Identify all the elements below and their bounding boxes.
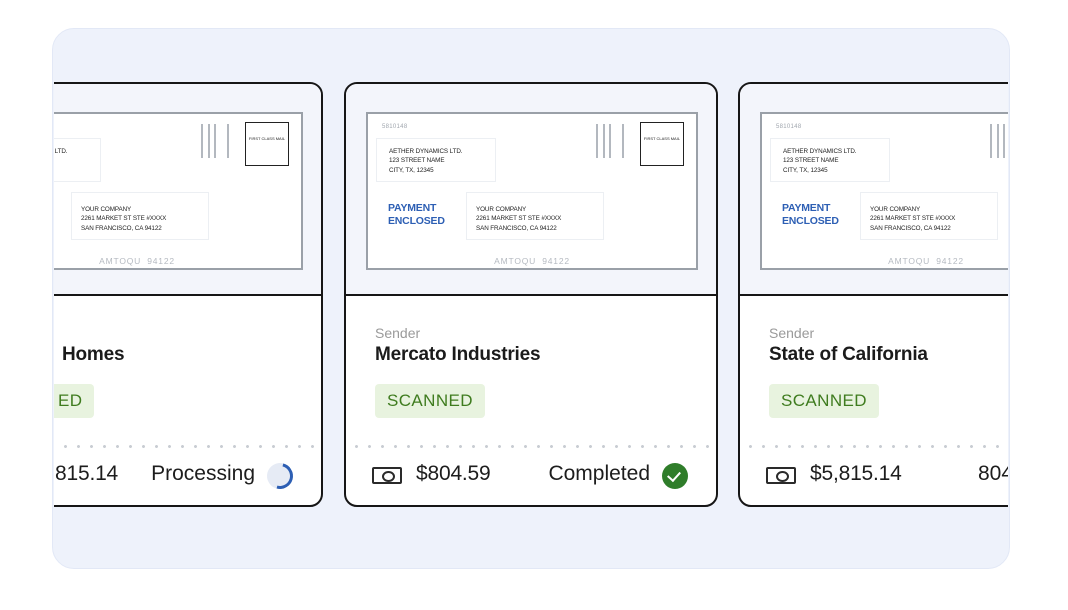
- return-address: AETHER DYNAMICS LTD.: [54, 138, 101, 182]
- postal-barcode-text: AMTOQU 94122: [99, 256, 175, 266]
- destination-address-line: YOUR COMPANY: [81, 206, 132, 213]
- destination-address-line: 2261 MARKET ST STE #XXXX: [870, 215, 956, 223]
- card-footer: 815.14 Processing: [54, 458, 321, 494]
- barcode-lines: [201, 124, 231, 158]
- dotted-divider: [740, 445, 1008, 448]
- envelope-preview: AETHER DYNAMICS LTD. FIRST CLASS MAIL YO…: [54, 84, 321, 296]
- envelope-image: AETHER DYNAMICS LTD. FIRST CLASS MAIL YO…: [54, 112, 303, 270]
- processing-status: Processing: [151, 462, 255, 485]
- barcode-lines: [990, 124, 1008, 158]
- status-badge: ED: [54, 384, 95, 418]
- destination-address-line: 2261 MARKET ST STE #XXXX: [81, 215, 167, 223]
- return-address-line: CITY, TX, 12345: [389, 166, 434, 174]
- mail-carousel[interactable]: AETHER DYNAMICS LTD. FIRST CLASS MAIL YO…: [54, 82, 1008, 512]
- dotted-divider: [54, 445, 321, 448]
- money-icon: [372, 467, 402, 484]
- destination-address: YOUR COMPANY 2261 MARKET ST STE #XXXX SA…: [860, 192, 998, 240]
- status-badge: SCANNED: [769, 384, 879, 418]
- sender-name: State of California: [769, 344, 928, 365]
- envelope-preview: 5810148 AETHER DYNAMICS LTD. 123 STREET …: [740, 84, 1008, 296]
- envelope-code: 5810148: [776, 124, 802, 130]
- return-address-line: AETHER DYNAMICS LTD.: [54, 148, 68, 155]
- status-text: 804: [978, 462, 1008, 485]
- payment-enclosed-label: PAYMENT ENCLOSED: [388, 202, 445, 227]
- return-address: AETHER DYNAMICS LTD. 123 STREET NAME CIT…: [770, 138, 890, 182]
- postal-barcode-text: AMTOQU 94122: [888, 256, 964, 266]
- money-icon: [766, 467, 796, 484]
- card-footer: $804.59 Completed: [346, 460, 716, 492]
- mail-card[interactable]: AETHER DYNAMICS LTD. FIRST CLASS MAIL YO…: [54, 82, 323, 507]
- status-badge: SCANNED: [375, 384, 485, 418]
- envelope-image: 5810148 AETHER DYNAMICS LTD. 123 STREET …: [366, 112, 698, 270]
- return-address-line: CITY, TX, 12345: [783, 166, 828, 174]
- envelope-preview: 5810148 AETHER DYNAMICS LTD. 123 STREET …: [346, 84, 716, 296]
- destination-address: YOUR COMPANY 2261 MARKET ST STE #XXXX SA…: [466, 192, 604, 240]
- return-address-line: 123 STREET NAME: [783, 157, 839, 165]
- amount: $5,815.14: [810, 462, 902, 485]
- sender-name: Mercato Industries: [375, 344, 541, 365]
- payment-enclosed-label: PAYMENT ENCLOSED: [782, 202, 839, 227]
- envelope-code: 5810148: [382, 124, 408, 130]
- return-address-line: AETHER DYNAMICS LTD.: [389, 148, 463, 155]
- completed-status: Completed: [548, 462, 650, 485]
- postage-stamp: FIRST CLASS MAIL: [640, 122, 684, 166]
- sender-label: Sender: [375, 325, 421, 341]
- envelope-image: 5810148 AETHER DYNAMICS LTD. 123 STREET …: [760, 112, 1008, 270]
- check-icon: [662, 463, 688, 489]
- return-address-line: AETHER DYNAMICS LTD.: [783, 148, 857, 155]
- postage-stamp: FIRST CLASS MAIL: [245, 122, 289, 166]
- barcode-lines: [596, 124, 626, 158]
- destination-address-line: YOUR COMPANY: [476, 206, 527, 213]
- dotted-divider: [346, 445, 716, 448]
- destination-address-line: 2261 MARKET ST STE #XXXX: [476, 215, 562, 223]
- sender-name: Homes: [62, 344, 125, 365]
- destination-address: YOUR COMPANY 2261 MARKET ST STE #XXXX SA…: [71, 192, 209, 240]
- destination-address-line: SAN FRANCISCO, CA 94122: [870, 224, 951, 232]
- postal-barcode-text: AMTOQU 94122: [494, 256, 570, 266]
- destination-address-line: SAN FRANCISCO, CA 94122: [476, 224, 557, 232]
- sender-label: Sender: [769, 325, 815, 341]
- mail-card[interactable]: 5810148 AETHER DYNAMICS LTD. 123 STREET …: [344, 82, 718, 507]
- spinner-icon: [262, 458, 298, 494]
- amount: 815.14: [55, 462, 119, 485]
- return-address-line: 123 STREET NAME: [389, 157, 445, 165]
- mail-card[interactable]: 5810148 AETHER DYNAMICS LTD. 123 STREET …: [738, 82, 1008, 507]
- destination-address-line: SAN FRANCISCO, CA 94122: [81, 224, 162, 232]
- amount: $804.59: [416, 462, 491, 485]
- destination-address-line: YOUR COMPANY: [870, 206, 921, 213]
- card-footer: $5,815.14 804: [740, 460, 1008, 492]
- return-address: AETHER DYNAMICS LTD. 123 STREET NAME CIT…: [376, 138, 496, 182]
